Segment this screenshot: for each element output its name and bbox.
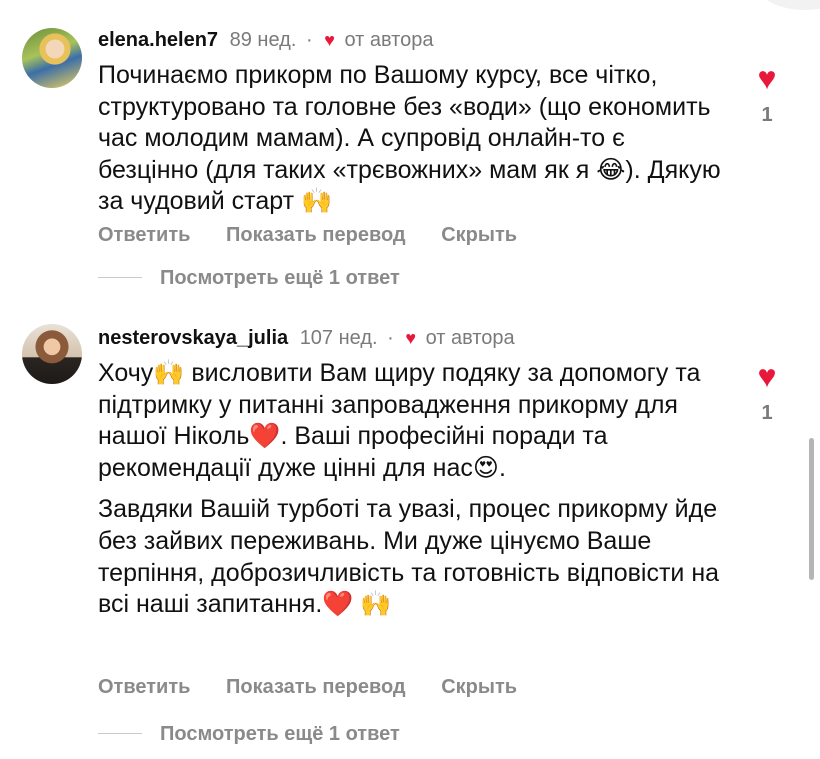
comment-2: nesterovskaya_julia 107 нед. · ♥ от авто… — [0, 324, 820, 754]
comment-paragraph: Починаємо прикорм по Вашому курсу, все ч… — [98, 61, 721, 216]
hide-button[interactable]: Скрыть — [441, 676, 517, 698]
scrollbar[interactable] — [809, 438, 814, 580]
reply-button[interactable]: Ответить — [98, 224, 190, 246]
comment-paragraph: Хочу🙌 висловити Вам щиру подяку за допом… — [98, 359, 701, 482]
author-heart-icon: ♥ — [405, 328, 417, 348]
translate-button[interactable]: Показать перевод — [226, 224, 406, 246]
view-replies-label[interactable]: Посмотреть ещё 1 ответ — [160, 720, 400, 748]
separator: · — [387, 327, 394, 349]
avatar[interactable] — [22, 28, 82, 88]
like-button[interactable]: ♥ 1 — [750, 360, 784, 426]
translate-button[interactable]: Показать перевод — [226, 676, 406, 698]
author-heart-icon: ♥ — [324, 30, 335, 50]
heart-icon: ♥ — [757, 358, 777, 394]
view-replies-label[interactable]: Посмотреть ещё 1 ответ — [160, 264, 400, 292]
comment-age: 107 нед. — [299, 327, 378, 349]
comment-paragraph: Завдяки Вашій турботі та увазі, процес п… — [98, 495, 720, 619]
comment-header: nesterovskaya_julia 107 нед. · ♥ от авто… — [98, 324, 515, 352]
hide-button[interactable]: Скрыть — [441, 224, 517, 246]
heart-icon: ♥ — [757, 60, 777, 96]
like-button[interactable]: ♥ 1 — [750, 62, 784, 128]
comment-1: elena.helen7 89 нед. · ♥ от автора Почин… — [0, 26, 820, 296]
top-right-decoration — [750, 0, 820, 10]
separator: · — [305, 29, 313, 51]
username[interactable]: elena.helen7 — [98, 29, 218, 51]
divider — [98, 733, 142, 734]
divider — [98, 277, 142, 278]
like-count: 1 — [761, 104, 773, 126]
avatar[interactable] — [22, 324, 82, 384]
comment-text: Хочу🙌 висловити Вам щиру подяку за допом… — [98, 358, 728, 621]
comment-actions: Ответить Показать перевод Скрыть — [98, 224, 547, 247]
comment-text: Починаємо прикорм по Вашому курсу, все ч… — [98, 60, 728, 218]
from-author-label: от автора — [344, 29, 434, 51]
like-count: 1 — [761, 402, 773, 424]
reply-button[interactable]: Ответить — [98, 676, 190, 698]
from-author-label: от автора — [425, 327, 515, 349]
comment-age: 89 нед. — [229, 29, 297, 51]
comment-header: elena.helen7 89 нед. · ♥ от автора — [98, 26, 433, 54]
username[interactable]: nesterovskaya_julia — [98, 327, 288, 349]
comment-actions: Ответить Показать перевод Скрыть — [98, 676, 547, 699]
